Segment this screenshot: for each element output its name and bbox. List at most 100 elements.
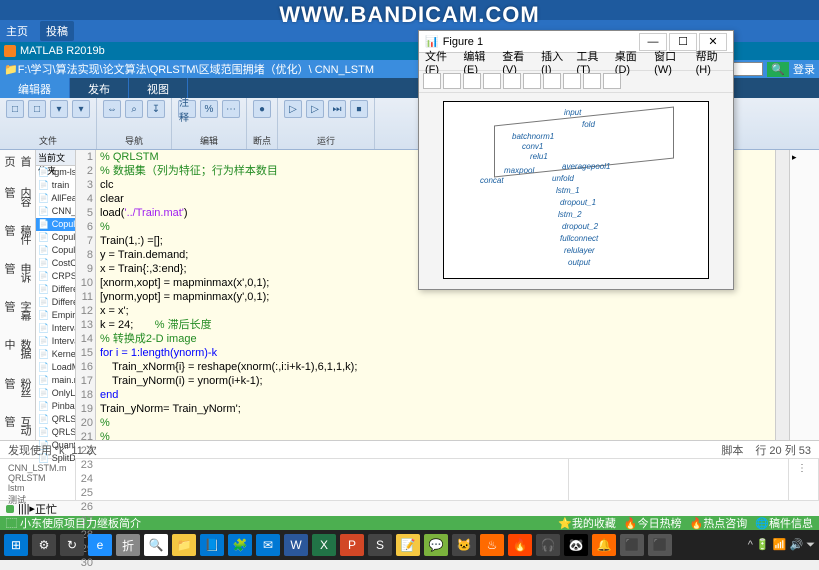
- figure-tool-icon[interactable]: [543, 73, 561, 89]
- taskbar-app-icon[interactable]: 💬: [424, 534, 448, 556]
- file-item[interactable]: 📄 CRPS.m: [36, 270, 75, 283]
- figure-tool-icon[interactable]: [503, 73, 521, 89]
- figure-menu-item[interactable]: 插入(I): [541, 48, 568, 76]
- detail-item[interactable]: CNN_LSTM.m: [8, 463, 67, 473]
- left-nav-item[interactable]: 字幕管: [0, 299, 35, 325]
- figure-menu-item[interactable]: 文件(F): [425, 48, 455, 76]
- taskbar-app-icon[interactable]: 📘: [200, 534, 224, 556]
- taskbar-app-icon[interactable]: ↻: [60, 534, 84, 556]
- figure-tool-icon[interactable]: [443, 73, 461, 89]
- file-item[interactable]: 📄 main.m: [36, 374, 75, 387]
- taskbar-app-icon[interactable]: W: [284, 534, 308, 556]
- file-item[interactable]: 📄 Differe: [36, 283, 75, 296]
- left-nav-item[interactable]: 互动管: [0, 414, 35, 440]
- file-item[interactable]: 📄 CNN_L: [36, 205, 75, 218]
- taskbar-app-icon[interactable]: 🐱: [452, 534, 476, 556]
- taskbar-app-icon[interactable]: 🎧: [536, 534, 560, 556]
- left-nav-item[interactable]: 粉丝管: [0, 376, 35, 402]
- system-tray[interactable]: ^ 🔋 📶 🔊 ⏷: [748, 538, 815, 552]
- current-path[interactable]: F:\学习\算法实现\论文算法\QRLSTM\区域范围拥堵（优化）\ CNN_L…: [18, 61, 374, 77]
- tab-publish[interactable]: 发布: [70, 78, 129, 98]
- file-item[interactable]: 📄 KernelN: [36, 348, 75, 361]
- taskbar-app-icon[interactable]: ⊞: [4, 534, 28, 556]
- left-nav-item[interactable]: 数据中: [0, 337, 35, 363]
- search-icon[interactable]: 🔍: [767, 62, 789, 77]
- ribbon-icon[interactable]: ▷: [306, 100, 324, 118]
- file-item[interactable]: 📄 LoadMi: [36, 361, 75, 374]
- taskbar-app-icon[interactable]: 🔍: [144, 534, 168, 556]
- figure-tool-icon[interactable]: [563, 73, 581, 89]
- file-item[interactable]: 📄 Empiric: [36, 309, 75, 322]
- taskbar-app-icon[interactable]: ⬛: [648, 534, 672, 556]
- taskbar-app-icon[interactable]: ⬛: [620, 534, 644, 556]
- left-nav-item[interactable]: 首页: [0, 154, 35, 173]
- ribbon-icon[interactable]: ↧: [147, 100, 165, 118]
- detail-item[interactable]: QRLSTM: [8, 473, 67, 483]
- taskbar-app-icon[interactable]: 📁: [172, 534, 196, 556]
- file-item[interactable]: 📄 Copula: [36, 244, 75, 257]
- taskbar-app-icon[interactable]: 🔥: [508, 534, 532, 556]
- figure-menu-item[interactable]: 窗口(W): [654, 48, 687, 76]
- figure-window[interactable]: 📊 Figure 1 — ☐ ✕ 文件(F)编辑(E)查看(V)插入(I)工具(…: [418, 30, 734, 290]
- file-item[interactable]: 📄 Copula: [36, 231, 75, 244]
- login-link[interactable]: 登录: [793, 61, 815, 77]
- left-nav-item[interactable]: 稿件管: [0, 223, 35, 249]
- ribbon-icon[interactable]: ⇔: [103, 100, 121, 118]
- figure-tool-icon[interactable]: [583, 73, 601, 89]
- taskbar-app-icon[interactable]: S: [368, 534, 392, 556]
- footer-link[interactable]: 🔥热点咨询: [690, 515, 748, 531]
- figure-menu-item[interactable]: 编辑(E): [463, 48, 494, 76]
- file-item[interactable]: 📄 Copula: [36, 218, 75, 231]
- taskbar-app-icon[interactable]: 📝: [396, 534, 420, 556]
- footer-link[interactable]: 🔥今日热榜: [624, 515, 682, 531]
- file-item[interactable]: 📄 Interva: [36, 322, 75, 335]
- figure-menu-item[interactable]: 桌面(D): [615, 48, 646, 76]
- footer-link[interactable]: 🌐稿件信息: [755, 515, 813, 531]
- file-item[interactable]: 📄 fgm-lstm: [36, 166, 75, 179]
- ribbon-icon[interactable]: ●: [253, 100, 271, 118]
- left-nav-item[interactable]: 内容管: [0, 185, 35, 211]
- figure-tool-icon[interactable]: [483, 73, 501, 89]
- ribbon-icon[interactable]: %: [200, 100, 218, 118]
- file-item[interactable]: 📄 Pinball: [36, 400, 75, 413]
- taskbar-app-icon[interactable]: ✉: [256, 534, 280, 556]
- file-item[interactable]: 📄 Interva: [36, 335, 75, 348]
- ribbon-icon[interactable]: ▾: [72, 100, 90, 118]
- ribbon-icon[interactable]: ▾: [50, 100, 68, 118]
- taskbar-app-icon[interactable]: 🧩: [228, 534, 252, 556]
- figure-tool-icon[interactable]: [603, 73, 621, 89]
- detail-item[interactable]: lstm: [8, 483, 67, 493]
- ribbon-icon[interactable]: ⋯: [222, 100, 240, 118]
- ribbon-icon[interactable]: 注释: [178, 100, 196, 118]
- ribbon-icon[interactable]: □: [28, 100, 46, 118]
- figure-tool-icon[interactable]: [423, 73, 441, 89]
- taskbar-app-icon[interactable]: 折: [116, 534, 140, 556]
- footer-left[interactable]: ⬚ 小东使原项目力继板简介: [6, 515, 141, 531]
- taskbar-app-icon[interactable]: 🔔: [592, 534, 616, 556]
- figure-menu-item[interactable]: 查看(V): [502, 48, 533, 76]
- file-item[interactable]: 📄 AllFeatu: [36, 192, 75, 205]
- left-nav-item[interactable]: 申诉管: [0, 261, 35, 287]
- figure-tool-icon[interactable]: [523, 73, 541, 89]
- ribbon-icon[interactable]: ⏭: [328, 100, 346, 118]
- taskbar-app-icon[interactable]: ⚙: [32, 534, 56, 556]
- taskbar-app-icon[interactable]: 🐼: [564, 534, 588, 556]
- file-item[interactable]: 📄 CostCu: [36, 257, 75, 270]
- nav-post[interactable]: 投稿: [40, 21, 74, 41]
- file-item[interactable]: 📄 Differe: [36, 296, 75, 309]
- file-item[interactable]: 📄 QRLSTM: [36, 426, 75, 439]
- taskbar-app-icon[interactable]: P: [340, 534, 364, 556]
- nav-home[interactable]: 主页: [6, 23, 28, 39]
- tray-icons[interactable]: ^ 🔋 📶 🔊 ⏷: [748, 538, 815, 552]
- ribbon-icon[interactable]: ⌕: [125, 100, 143, 118]
- footer-link[interactable]: ⭐我的收藏: [558, 515, 616, 531]
- editor-scrollbar[interactable]: [775, 150, 789, 440]
- taskbar-app-icon[interactable]: e: [88, 534, 112, 556]
- figure-menu-item[interactable]: 工具(T): [576, 48, 606, 76]
- ribbon-icon[interactable]: □: [6, 100, 24, 118]
- figure-menu-item[interactable]: 帮助(H): [696, 48, 727, 76]
- ribbon-icon[interactable]: ▷: [284, 100, 302, 118]
- file-item[interactable]: 📄 train: [36, 179, 75, 192]
- ribbon-icon[interactable]: ⏹: [350, 100, 368, 118]
- file-item[interactable]: 📄 QRLSTM: [36, 413, 75, 426]
